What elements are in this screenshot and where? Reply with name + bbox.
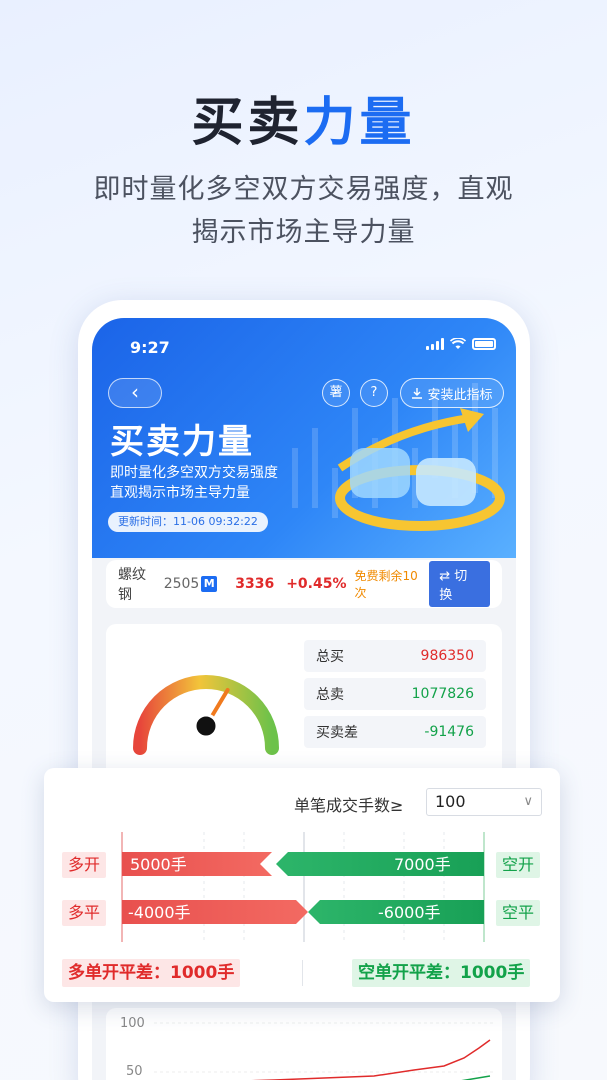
hero-description: 即时量化多空双方交易强度 直观揭示市场主导力量 [110, 463, 278, 503]
close-long-tag: 多平 [62, 900, 107, 926]
chevron-down-icon: ∨ [523, 794, 533, 809]
quote-card: 螺纹钢 2505 M 3336 +0.45% 免费剩余10次 ⇄ 切换 [106, 560, 502, 608]
open-short-value: 7000手 [394, 855, 451, 874]
hero-title: 买卖力量 [110, 422, 254, 462]
close-short-value: -6000手 [378, 903, 441, 922]
gauge-hub [193, 713, 219, 739]
update-time-badge: 更新时间：11-06 09:32:22 [108, 512, 268, 532]
open-long-value: 5000手 [130, 855, 187, 874]
last-price: 3336 [235, 576, 275, 592]
fist-bump-illustration [335, 408, 505, 531]
status-icons [426, 338, 496, 350]
total-sell-value: 1077826 [411, 686, 474, 702]
promo-subtitle-line2: 揭示市场主导力量 [191, 217, 416, 248]
divider [302, 960, 303, 986]
total-buy-label: 总买 [316, 649, 344, 665]
notebook-icon: 薯 [329, 385, 343, 400]
promo-subtitle-line1: 即时量化多空双方交易强度，直观 [93, 174, 514, 205]
min-volume-value: 100 [435, 792, 466, 811]
close-long-value: -4000手 [128, 903, 191, 922]
open-long-tag: 多开 [62, 852, 107, 878]
short-net-badge: 空单开平差：1000手 [352, 959, 531, 987]
long-net-badge: 多单开平差：1000手 [62, 959, 241, 987]
open-short-tag: 空开 [496, 852, 541, 878]
total-sell-row: 总卖 1077826 [304, 678, 486, 710]
help-button[interactable]: ? [360, 379, 388, 407]
signal-icon [426, 338, 444, 350]
main-contract-badge: M [201, 576, 218, 592]
install-indicator-button[interactable]: 安装此指标 [400, 378, 504, 408]
back-button[interactable]: ‹ [108, 378, 162, 408]
free-remaining: 免费剩余10次 [354, 569, 418, 600]
help-icon: ? [370, 385, 378, 400]
promo-subtitle: 即时量化多空双方交易强度，直观 揭示市场主导力量 [0, 168, 607, 254]
contract-name: 螺纹钢 [118, 567, 146, 603]
min-volume-label: 单笔成交手数≥ [294, 796, 404, 815]
switch-button[interactable]: ⇄ 切换 [429, 561, 490, 607]
trend-line-red [251, 1039, 491, 1080]
hero-desc-line2: 直观揭示市场主导力量 [110, 485, 250, 501]
contract-code: 2505 [163, 576, 200, 592]
total-buy-row: 总买 986350 [304, 640, 486, 672]
price-change: +0.45% [286, 576, 347, 592]
promo-title: 买卖力量 [0, 80, 607, 155]
total-buy-value: 986350 [420, 648, 474, 664]
close-short-tag: 空平 [496, 900, 541, 926]
download-icon [412, 388, 423, 399]
battery-icon [472, 338, 496, 350]
install-label: 安装此指标 [427, 387, 493, 403]
wifi-icon [450, 338, 466, 349]
min-volume-select[interactable]: 100 ∨ [426, 788, 542, 816]
total-sell-label: 总卖 [316, 687, 344, 703]
y-axis-label-mid: 50 [126, 1064, 143, 1079]
trend-chart [154, 1022, 494, 1080]
hero-desc-line1: 即时量化多空双方交易强度 [110, 465, 278, 481]
power-gauge [133, 675, 279, 755]
promo-title-accent: 力量 [303, 93, 416, 153]
buy-sell-diff-label: 买卖差 [316, 725, 358, 741]
chevron-left-icon: ‹ [131, 380, 139, 404]
swap-icon: ⇄ [439, 569, 451, 584]
order-flow-bars [121, 832, 485, 942]
hero-banner: 9:27 ‹ 薯 ? 安装此指标 买卖力量 即时量化多空双方交易强度 直观揭示市… [92, 318, 516, 558]
order-flow-panel: 单笔成交手数≥ 100 ∨ 多开 空开 多平 空平 5000手 7000手 -4… [44, 768, 560, 1002]
status-time: 9:27 [130, 338, 170, 357]
buy-sell-diff-row: 买卖差 -91476 [304, 716, 486, 748]
notebook-button[interactable]: 薯 [322, 379, 350, 407]
open-short-bar [276, 852, 484, 876]
buy-sell-diff-value: -91476 [424, 724, 474, 740]
y-axis-label-top: 100 [120, 1016, 145, 1031]
trend-chart-card: 100 50 [106, 1008, 502, 1080]
promo-title-dark: 买卖 [191, 93, 304, 153]
